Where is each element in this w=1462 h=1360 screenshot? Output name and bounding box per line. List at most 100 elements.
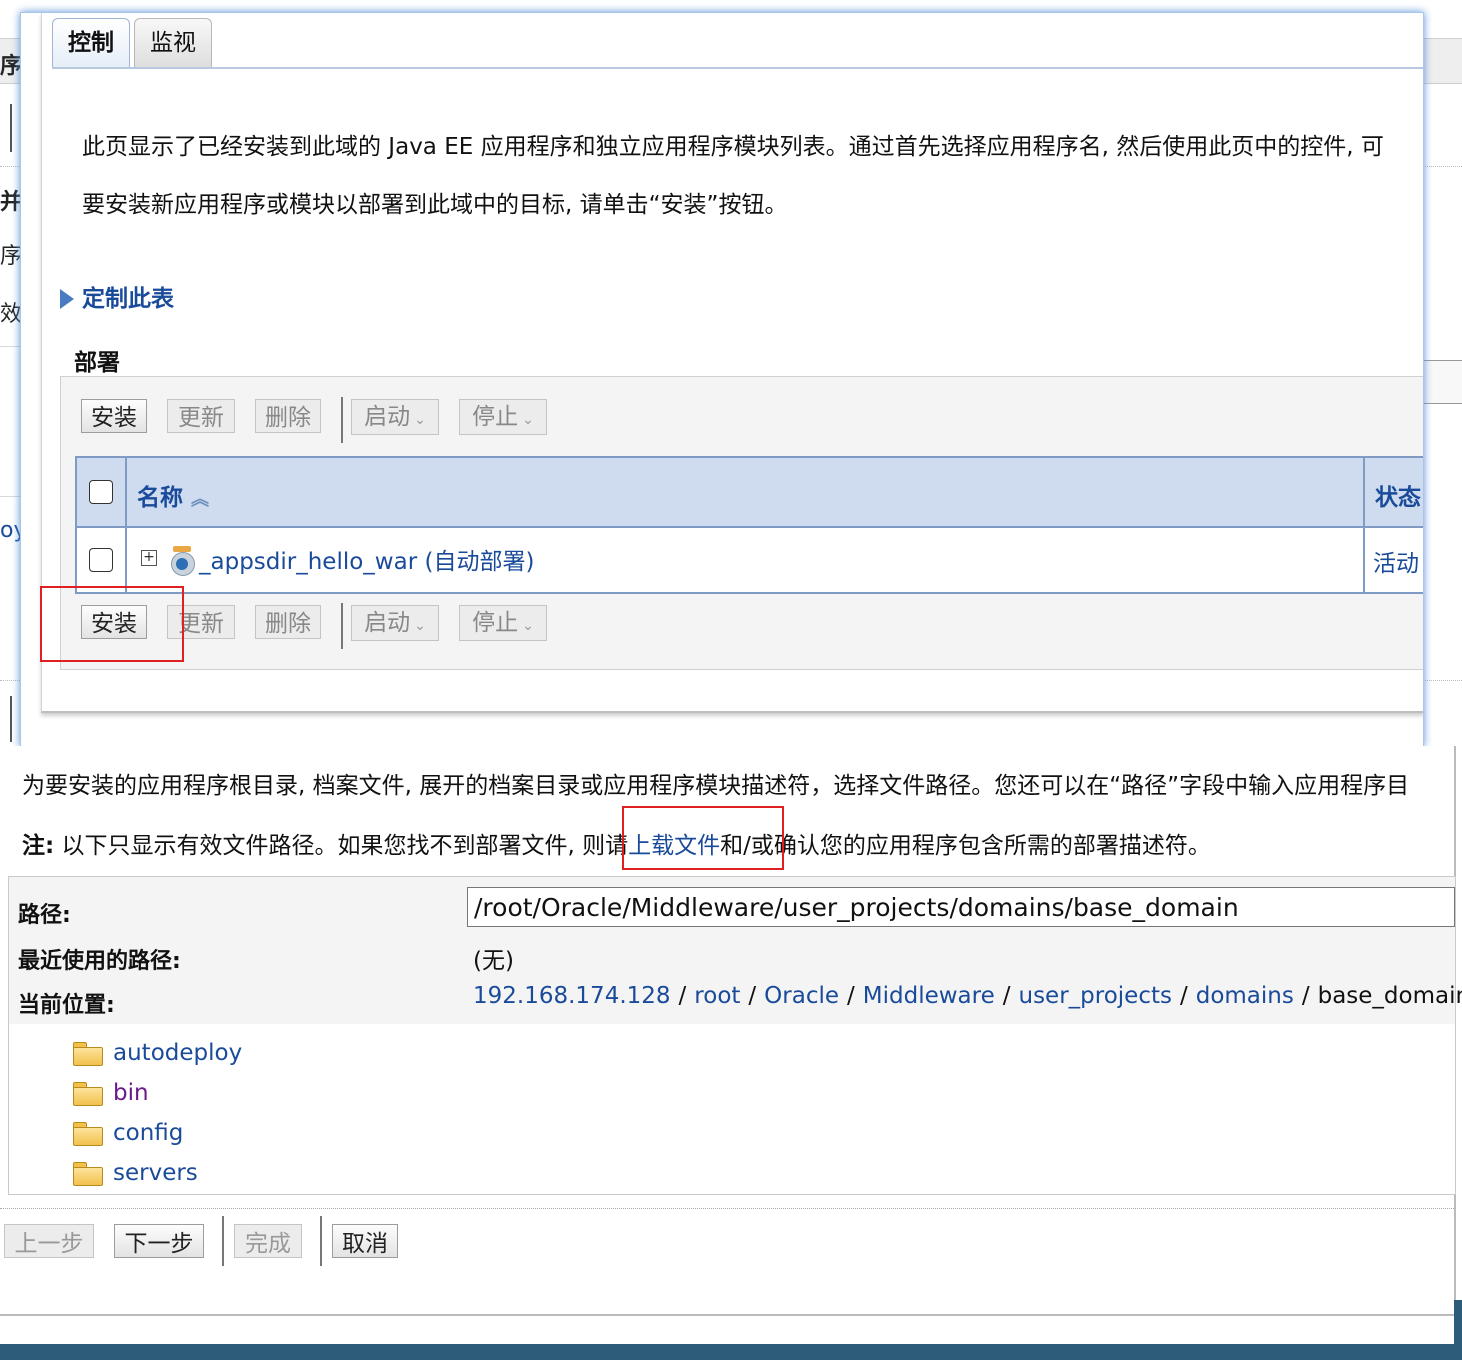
wizard-note: 注: 以下只显示有效文件路径。如果您找不到部署文件, 则请上载文件和/或确认您的… bbox=[22, 826, 1211, 860]
column-divider bbox=[1363, 528, 1365, 592]
sort-ascending-icon[interactable]: ︽ bbox=[191, 485, 209, 511]
table-header: 名称 ︽ 状态 bbox=[77, 458, 1423, 528]
background-text-fragment: 效 bbox=[0, 302, 23, 327]
deployment-name-link[interactable]: _appsdir_hello_war (自动部署) bbox=[199, 542, 534, 576]
tab-underline bbox=[52, 67, 1423, 69]
folder-icon bbox=[73, 1162, 103, 1186]
note-text-before: 以下只显示有效文件路径。如果您找不到部署文件, 则请 bbox=[54, 833, 629, 859]
stop-dropdown[interactable]: 停止 ⌄ bbox=[459, 605, 547, 641]
column-divider bbox=[1363, 458, 1365, 526]
recent-paths-value: (无) bbox=[473, 948, 514, 974]
recent-paths-label: 最近使用的路径: bbox=[18, 949, 181, 974]
path-label: 路径: bbox=[18, 903, 71, 928]
deployments-screenshot-popup: 控制 监视 此页显示了已经安装到此域的 Java EE 应用程序和独立应用程序模… bbox=[20, 12, 1424, 747]
row-checkbox[interactable] bbox=[89, 548, 113, 572]
breadcrumb-link[interactable]: domains bbox=[1196, 983, 1294, 1009]
background-divider bbox=[10, 696, 12, 742]
install-hint: 要安装新应用程序或模块以部署到此域中的目标, 请单击“安装”按钮。 bbox=[82, 192, 788, 218]
deployments-table-container: 安装 更新 删除 启动 ⌄ 停止 ⌄ 名称 ︽ 状态 + _appsdir_he… bbox=[60, 376, 1423, 670]
background-box bbox=[1422, 360, 1462, 404]
cancel-button[interactable]: 取消 bbox=[332, 1224, 398, 1258]
breadcrumb-current: base_domain bbox=[1317, 983, 1462, 1009]
page-description: 此页显示了已经安装到此域的 Java EE 应用程序和独立应用程序模块列表。通过… bbox=[82, 134, 1384, 160]
note-label: 注: bbox=[22, 833, 55, 859]
install-button-highlight bbox=[40, 586, 184, 662]
breadcrumb-link[interactable]: Oracle bbox=[764, 983, 839, 1009]
upload-link-highlight bbox=[622, 806, 784, 870]
tab-monitor[interactable]: 监视 bbox=[134, 18, 212, 67]
start-dropdown-label: 启动 bbox=[364, 404, 411, 430]
row-checkbox-cell bbox=[77, 528, 127, 592]
deployments-page: 控制 监视 此页显示了已经安装到此域的 Java EE 应用程序和独立应用程序模… bbox=[41, 13, 1423, 713]
start-dropdown[interactable]: 启动 ⌄ bbox=[351, 399, 439, 435]
current-location-label: 当前位置: bbox=[18, 993, 115, 1018]
background-dotted-rule bbox=[1422, 166, 1462, 167]
folder-link[interactable]: servers bbox=[113, 1160, 198, 1186]
chevron-down-icon: ⌄ bbox=[414, 412, 426, 428]
customize-table-label: 定制此表 bbox=[82, 286, 174, 312]
tab-control[interactable]: 控制 bbox=[52, 18, 130, 67]
breadcrumb-separator: / bbox=[1301, 983, 1310, 1009]
delete-button[interactable]: 删除 bbox=[255, 399, 321, 433]
stop-dropdown-label: 停止 bbox=[472, 610, 519, 636]
expand-plus-icon[interactable]: + bbox=[141, 550, 157, 566]
breadcrumb-link[interactable]: Middleware bbox=[863, 983, 995, 1009]
folder-link[interactable]: autodeploy bbox=[113, 1040, 242, 1066]
breadcrumb-separator: / bbox=[748, 983, 757, 1009]
breadcrumb-link[interactable]: user_projects bbox=[1019, 983, 1172, 1009]
column-header-name-label: 名称 bbox=[137, 485, 183, 511]
wizard-dotted-rule bbox=[0, 1208, 1454, 1209]
footer-edge bbox=[1454, 1300, 1462, 1344]
select-all-checkbox[interactable] bbox=[89, 480, 113, 504]
folder-link[interactable]: bin bbox=[113, 1080, 149, 1106]
web-application-icon bbox=[171, 546, 195, 576]
folder-icon bbox=[73, 1122, 103, 1146]
stop-dropdown[interactable]: 停止 ⌄ bbox=[459, 399, 547, 435]
background-dotted-rule bbox=[0, 166, 20, 167]
breadcrumb-link[interactable]: 192.168.174.128 bbox=[473, 983, 671, 1009]
deployments-table: 名称 ︽ 状态 + _appsdir_hello_war (自动部署) 活动 bbox=[75, 456, 1423, 594]
breadcrumb-separator: / bbox=[1179, 983, 1188, 1009]
start-dropdown[interactable]: 启动 ⌄ bbox=[351, 605, 439, 641]
folder-icon bbox=[73, 1042, 103, 1066]
install-button[interactable]: 安装 bbox=[81, 399, 147, 433]
deployments-section-title: 部署 bbox=[74, 350, 120, 376]
footer-strip bbox=[0, 1344, 1462, 1360]
path-input[interactable]: /root/Oracle/Middleware/user_projects/do… bbox=[467, 887, 1455, 927]
deployment-state: 活动 bbox=[1373, 551, 1419, 577]
start-dropdown-label: 启动 bbox=[364, 610, 411, 636]
chevron-down-icon: ⌄ bbox=[522, 412, 534, 428]
customize-table-link[interactable]: 定制此表 bbox=[60, 279, 174, 313]
back-button[interactable]: 上一步 bbox=[4, 1224, 94, 1258]
background-dotted-rule bbox=[0, 680, 20, 681]
delete-button[interactable]: 删除 bbox=[255, 605, 321, 639]
expand-triangle-icon bbox=[60, 289, 74, 309]
update-button[interactable]: 更新 bbox=[167, 399, 235, 433]
breadcrumb-separator: / bbox=[1002, 983, 1011, 1009]
next-button[interactable]: 下一步 bbox=[114, 1224, 204, 1258]
header-checkbox-cell bbox=[77, 458, 127, 526]
path-selection-box: 路径: /root/Oracle/Middleware/user_project… bbox=[8, 876, 1462, 1026]
toolbar-separator bbox=[341, 603, 343, 649]
toolbar-separator bbox=[341, 397, 343, 443]
background-text-fragment: 序 bbox=[0, 54, 23, 79]
background-dotted-rule bbox=[1422, 680, 1462, 681]
finish-button[interactable]: 完成 bbox=[234, 1224, 302, 1258]
wizard-separator bbox=[222, 1216, 224, 1266]
chevron-down-icon: ⌄ bbox=[522, 618, 534, 634]
background-text-fragment: 序 bbox=[0, 244, 23, 269]
background-divider bbox=[10, 104, 12, 152]
breadcrumb: 192.168.174.128 / root / Oracle / Middleware / u… bbox=[473, 983, 1462, 1009]
wizard-separator bbox=[320, 1216, 322, 1266]
wizard-instruction: 为要安装的应用程序根目录, 档案文件, 展开的档案目录或应用程序模块描述符，选择… bbox=[22, 773, 1410, 799]
breadcrumb-separator: / bbox=[678, 983, 687, 1009]
breadcrumb-link[interactable]: root bbox=[694, 983, 740, 1009]
note-text-after: 和/或确认您的应用程序包含所需的部署描述符。 bbox=[720, 833, 1211, 859]
wizard-buttons: 上一步 下一步 完成 取消 bbox=[0, 1216, 1454, 1276]
folder-list: autodeploy bin config servers bbox=[8, 1024, 1456, 1195]
column-header-state[interactable]: 状态 bbox=[1375, 478, 1421, 512]
folder-icon bbox=[73, 1082, 103, 1106]
folder-link[interactable]: config bbox=[113, 1120, 183, 1146]
background-rule bbox=[0, 346, 20, 347]
column-header-name[interactable]: 名称 ︽ bbox=[137, 478, 209, 512]
